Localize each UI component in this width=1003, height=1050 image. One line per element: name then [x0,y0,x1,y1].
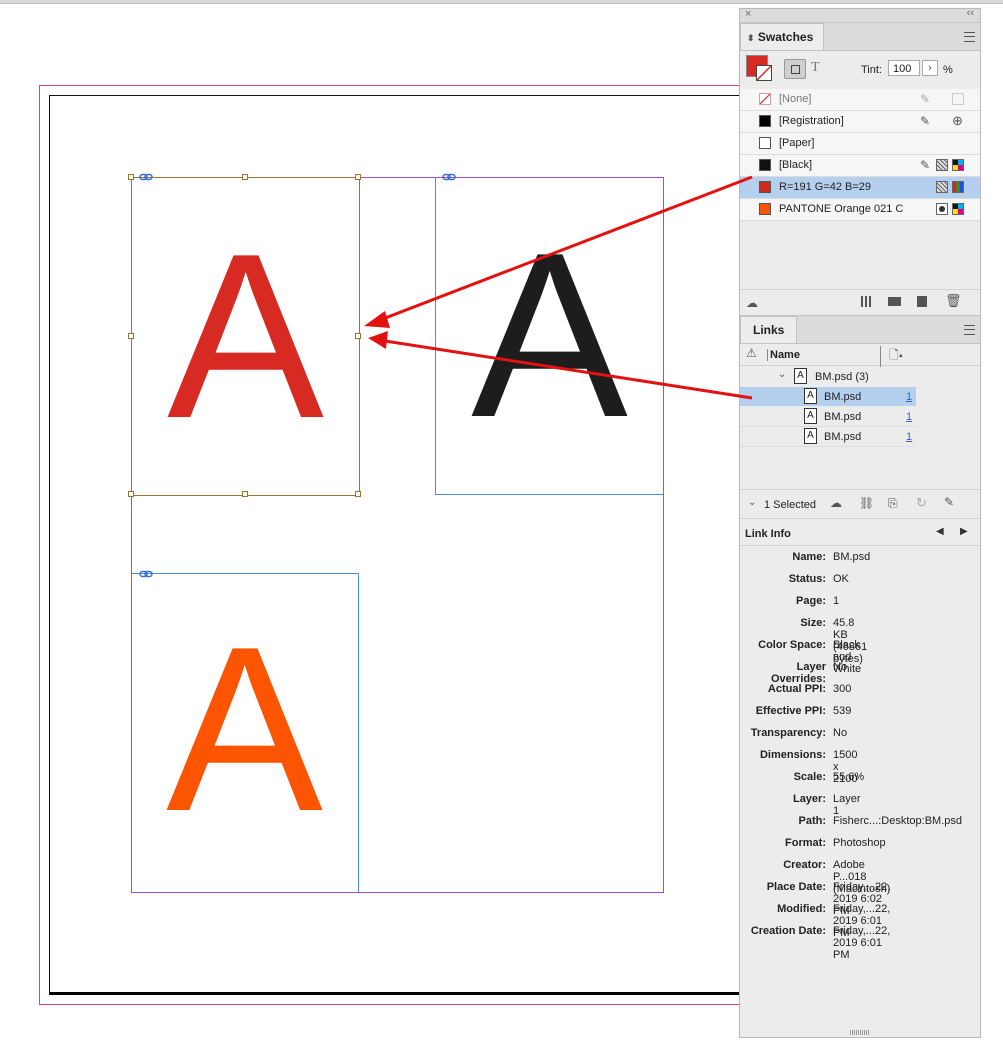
arrowhead-icon [364,311,390,328]
annotation-arrows [364,175,753,400]
arrow-link-to-frame [384,339,753,400]
arrowhead-icon [368,331,388,349]
arrow-swatch-to-frame [379,175,753,322]
